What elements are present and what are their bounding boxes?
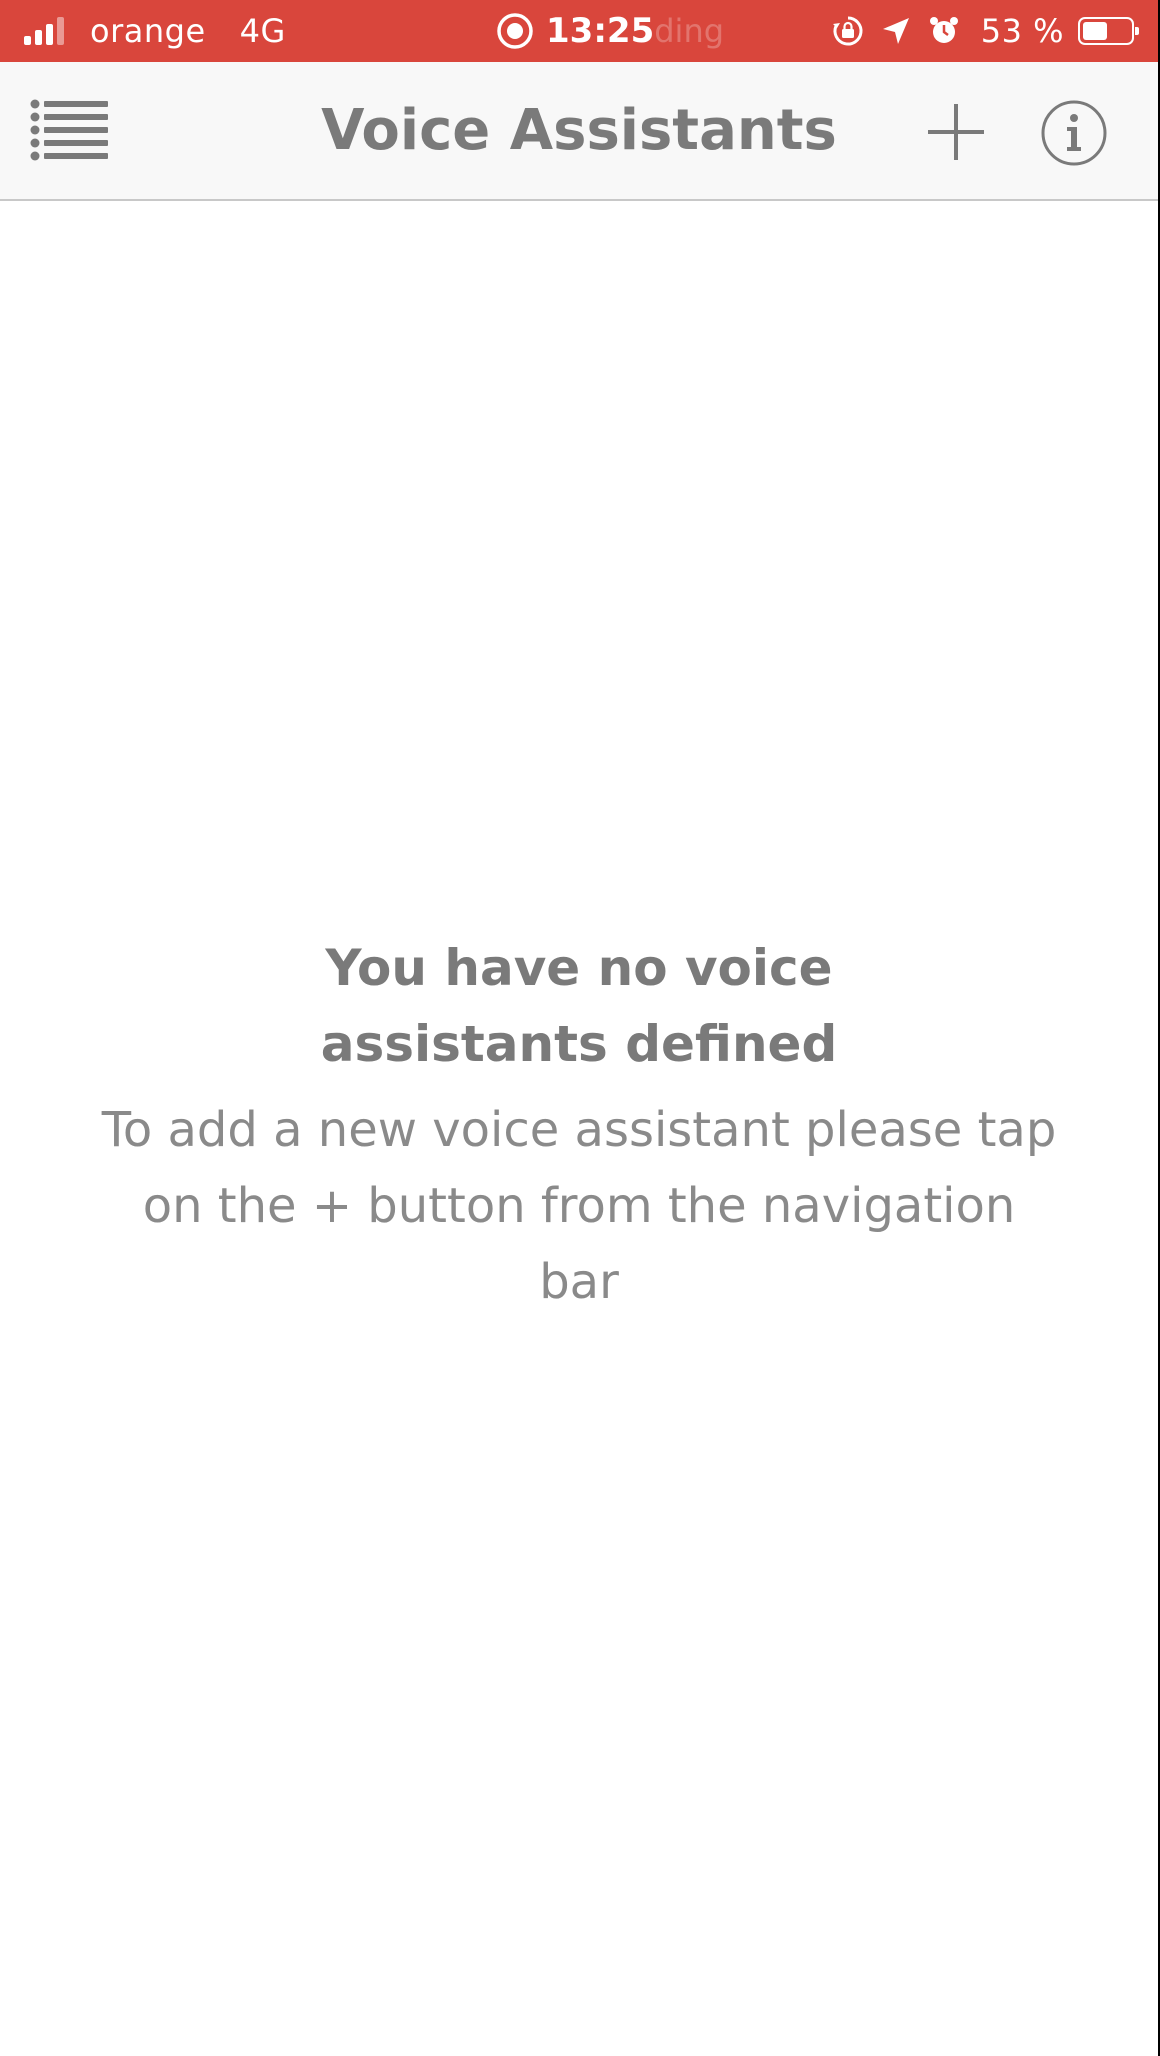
app-screen: orange 4G 13:25 ding 53 % Voice Assistan… xyxy=(0,0,1158,2056)
empty-state: You have no voice assistants defined To … xyxy=(60,930,1098,1320)
empty-state-title: You have no voice assistants defined xyxy=(320,939,838,1073)
status-bar-center: 13:25 ding xyxy=(496,0,724,62)
network-type: 4G xyxy=(239,12,286,50)
plus-icon[interactable] xyxy=(926,102,986,162)
list-menu-icon[interactable] xyxy=(30,98,110,162)
info-icon[interactable] xyxy=(1040,99,1108,167)
navigation-bar: Voice Assistants xyxy=(0,62,1158,201)
status-time-ghost: ding xyxy=(654,12,725,50)
location-arrow-icon xyxy=(882,18,909,44)
battery-icon xyxy=(1078,17,1139,45)
status-bar-left: orange 4G xyxy=(24,0,286,62)
signal-strength-icon xyxy=(24,17,68,45)
battery-percentage: 53 % xyxy=(980,12,1064,50)
battery-level-fill xyxy=(1083,22,1107,40)
carrier-name: orange xyxy=(90,12,206,50)
status-bar: orange 4G 13:25 ding 53 % xyxy=(0,0,1158,62)
rotation-lock-icon xyxy=(832,16,863,46)
status-time: 13:25 xyxy=(546,11,655,51)
status-bar-right: 53 % xyxy=(817,0,1139,62)
record-icon xyxy=(497,13,533,49)
empty-state-message: To add a new voice assistant please tap … xyxy=(101,1102,1057,1310)
alarm-icon xyxy=(929,17,958,43)
battery-nub xyxy=(1135,27,1139,35)
